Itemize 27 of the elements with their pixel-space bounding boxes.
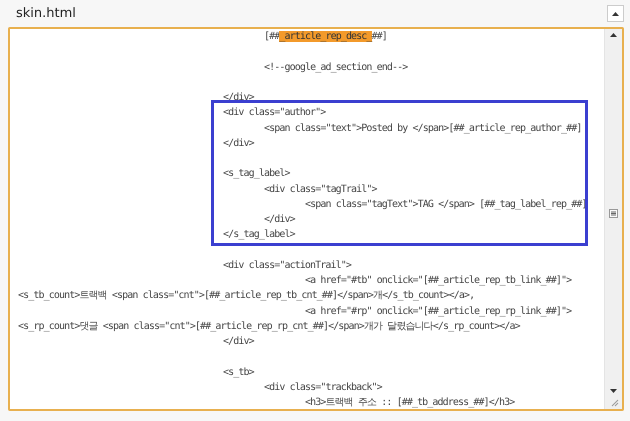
code-line: </div> — [222, 136, 256, 151]
code-line: <s_rp_count>댓글 <span class="cnt">[##_article_rep_rp_cnt_##]</span>개가 달렸습니다</s_rp_count></a> — [18, 320, 522, 334]
code-line: <s_tb_count>트랙백 <span class="cnt">[##_article_rep_tb_cnt_##]</span>개</s_tb_count></a>, — [18, 289, 476, 304]
code-line: <!--google_ad_section_end--> — [263, 60, 409, 74]
caret-up-icon — [612, 12, 619, 16]
collapse-button[interactable] — [607, 5, 624, 22]
code-line: <s_tag_label> — [222, 167, 292, 182]
code-line: <span class="tagText">TAG </span> [##_tag_label_rep_##] — [304, 198, 588, 212]
code-line: <h3>트랙백 주소 :: [##_tb_address_##]</h3> — [304, 396, 516, 409]
code-line: <a href="#rp" onclick="[##_article_rep_rp_link_##]"> — [304, 304, 573, 318]
search-highlight: _article_rep_desc_ — [279, 31, 372, 42]
scroll-up-icon[interactable] — [610, 33, 617, 37]
code-line: <a href="#tb" onclick="[##_article_rep_tb_link_##]"> — [304, 274, 573, 288]
file-title: skin.html — [16, 6, 76, 21]
scroll-thumb-icon[interactable] — [609, 208, 618, 218]
scroll-down-icon[interactable] — [610, 389, 617, 393]
code-line: <div class="actionTrail"> — [222, 258, 352, 273]
code-line: <span class="text">Posted by </span>[##_article_rep_author_##] — [263, 122, 582, 136]
code-line: </div> — [222, 335, 256, 349]
code-line: <s_tb> — [222, 366, 256, 380]
code-line: </s_tag_label> — [222, 228, 296, 242]
code-line: </div> — [222, 91, 256, 105]
code-line: </div> — [263, 213, 296, 227]
code-line: <div class="trackback"> — [263, 380, 384, 395]
code-editor[interactable] — [8, 27, 624, 411]
code-line: <div class="author"> — [222, 106, 327, 120]
code-line: <div class="tagTrail"> — [263, 182, 378, 196]
